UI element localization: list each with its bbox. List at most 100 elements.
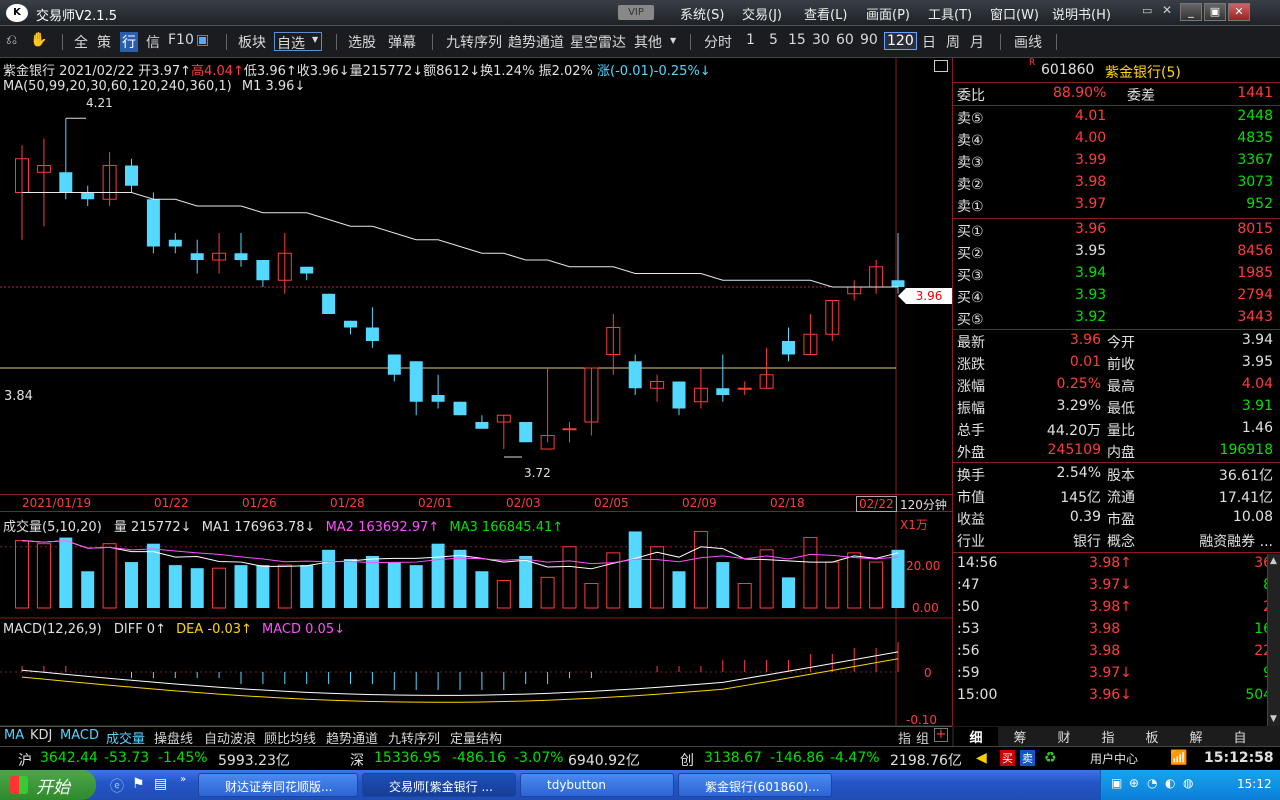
tray-icon[interactable]: ⊕ [1129,776,1139,790]
tab-detail[interactable]: 细 [954,727,998,746]
tab-quant-struct[interactable]: 定量结构 [448,728,504,747]
minimize-button[interactable]: _ [1180,3,1202,21]
tab-explain[interactable]: 解 [1174,727,1218,746]
tab-gmma[interactable]: 顾比均线 [262,728,318,747]
vip-badge[interactable]: VIP [618,5,654,20]
tool-draw[interactable]: 画线 [1014,32,1042,52]
period-15[interactable]: 15 [788,32,806,48]
tray-icon[interactable]: ▣ [1111,776,1122,790]
expand-icon[interactable]: » [180,774,186,785]
tab-wave[interactable]: 自动波浪 [202,728,258,747]
menu-view[interactable]: 查看(L) [804,4,847,23]
window-icon[interactable]: ▣ [196,32,209,48]
tool-trend-channel[interactable]: 趋势通道 [508,32,564,52]
tab-finance[interactable]: 财 [1042,727,1086,746]
tool-f10[interactable]: F10 [168,32,194,48]
period-30[interactable]: 30 [812,32,830,48]
tray-icon[interactable]: ◐ [1165,776,1175,790]
sz-label[interactable]: 深 [350,750,364,770]
tab-group[interactable]: 组 [914,728,931,747]
tool-stock-pick[interactable]: 选股 [348,32,376,52]
tab-trend-channel[interactable]: 趋势通道 [324,728,380,747]
back-icon[interactable]: ⎌ [6,32,17,48]
scroll-up-icon[interactable]: ▲ [1270,556,1277,566]
tool-strategy[interactable]: 策 [97,32,111,52]
task-tdybutton[interactable]: tdybutton [520,773,674,797]
tab-index[interactable]: 指 [896,728,913,747]
chevron-down-icon[interactable]: ▼ [670,36,676,45]
add-icon[interactable]: + [934,728,948,742]
fund-label: 行业 [957,534,985,550]
candle-body [256,260,270,281]
volume-bar [475,571,489,608]
hand-icon[interactable]: ✋ [30,32,47,48]
menu-system[interactable]: 系统(S) [680,4,724,23]
tab-chips[interactable]: 筹 [998,727,1042,746]
stat-label: 外盘 [957,445,985,461]
tab-nine-turn[interactable]: 九转序列 [386,728,442,747]
close-button[interactable]: ✕ [1228,3,1250,21]
quicklaunch-icon[interactable]: ⚑ [132,776,145,792]
windows-logo-icon [10,776,28,794]
sell-icon[interactable]: 卖 [1020,750,1035,766]
maximize-button[interactable]: ▣ [1204,3,1226,21]
speaker-icon[interactable]: ◀ [976,750,987,766]
tab-self[interactable]: 自 [1218,727,1262,746]
period-day[interactable]: 日 [922,32,936,52]
tool-radar[interactable]: 星空雷达 [570,32,626,52]
tab-kdj[interactable]: KDJ [28,728,54,743]
period-60[interactable]: 60 [836,32,854,48]
task-jiaoyishi[interactable]: 交易师[紫金银行 ... [362,773,516,797]
tab-macd[interactable]: MACD [58,728,101,743]
chart-area[interactable]: 紫金银行 2021/02/22 开3.97↑高4.04↑低3.96↑收3.96↓… [0,58,952,744]
tray-icon[interactable]: ◔ [1147,776,1157,790]
tool-quote[interactable]: 行 [120,32,138,52]
menu-help[interactable]: 说明书(H) [1052,4,1111,23]
tool-nine-turn[interactable]: 九转序列 [446,32,502,52]
tool-sector[interactable]: 板块 [238,32,266,52]
refresh-icon[interactable]: ♻ [1044,750,1057,766]
period-90[interactable]: 90 [860,32,878,48]
tool-barrage[interactable]: 弹幕 [388,32,416,52]
sh-label[interactable]: 沪 [18,750,32,770]
tab-indicator[interactable]: 指 [1086,727,1130,746]
restore-small-icon[interactable]: ▭ [1142,4,1152,17]
tab-trader-line[interactable]: 操盘线 [152,728,195,747]
ie-icon[interactable]: ⓔ [110,776,124,796]
tick-list[interactable]: 14:563.98↑362:473.97↓82:503.98↑22:533.98… [953,553,1280,713]
tool-all[interactable]: 全 [74,32,88,52]
close-small-icon[interactable]: ✕ [1162,3,1172,17]
chevron-down-icon[interactable]: ▼ [312,35,318,44]
user-center-link[interactable]: 用户中心 [1090,750,1138,767]
period-120[interactable]: 120 [884,32,917,50]
period-week[interactable]: 周 [946,32,960,52]
buy-orders: 买① 3.96 8015 买② 3.95 8456 买③ 3.94 1985 买④ 3.93 2794… [953,219,1280,329]
menu-tools[interactable]: 工具(T) [928,4,972,23]
menu-screen[interactable]: 画面(P) [866,4,910,23]
task-tonghuashun[interactable]: 财达证券同花顺版... [198,773,358,797]
start-button[interactable]: 开始 [0,770,96,800]
task-zijin-bank[interactable]: 紫金银行(601860)... [678,773,832,797]
buy-icon[interactable]: 买 [1000,750,1015,766]
tick-price: 3.98 [1089,643,1121,659]
menu-window[interactable]: 窗口(W) [990,4,1039,23]
tab-ma[interactable]: MA [2,728,26,743]
order-volume: 952 [1246,196,1273,212]
tray-icon[interactable]: ◍ [1183,776,1193,790]
tool-other[interactable]: 其他 [634,32,662,52]
r-marker: R [1029,58,1036,68]
kline-chart[interactable] [0,58,952,744]
scroll-down-icon[interactable]: ▼ [1270,714,1277,724]
period-5[interactable]: 5 [769,32,778,48]
period-1[interactable]: 1 [746,32,755,48]
tool-info[interactable]: 信 [146,32,160,52]
menu-trade[interactable]: 交易(J) [742,4,782,23]
period-intraday[interactable]: 分时 [704,32,732,52]
quicklaunch-icon[interactable]: ▤ [154,776,167,792]
tab-volume[interactable]: 成交量 [104,728,147,747]
fund-value: 10.08 [1232,509,1273,525]
period-month[interactable]: 月 [970,32,984,52]
cy-label[interactable]: 创 [680,750,694,770]
scrollbar[interactable]: ▲ ▼ [1267,554,1280,726]
tab-board[interactable]: 板 [1130,727,1174,746]
